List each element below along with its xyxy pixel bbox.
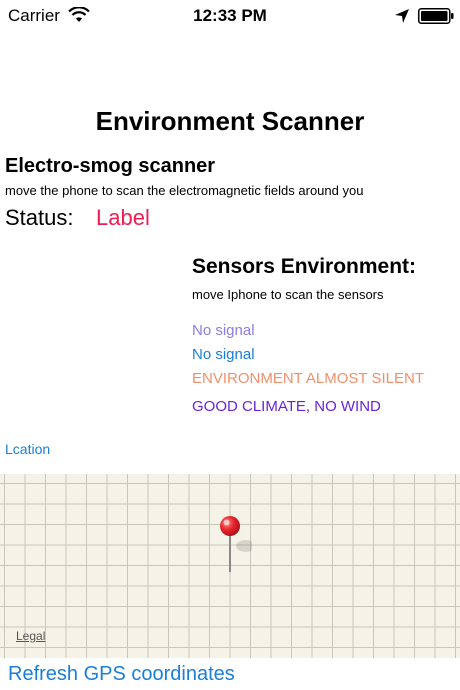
sensors-heading: Sensors Environment: [192,255,417,278]
status-value: Label [96,205,150,230]
location-label: Lcation [5,441,51,457]
map-view[interactable]: Legal [0,474,460,658]
page-title: Environment Scanner [95,106,365,136]
climate-status: GOOD CLIMATE, NO WIND [192,398,381,415]
smog-scanner-description: move the phone to scan the electromagnet… [5,183,364,198]
refresh-gps-button[interactable]: Refresh GPS coordinates [8,663,235,686]
smog-scanner-heading: Electro-smog scanner [5,155,216,177]
legal-link[interactable]: Legal [16,629,45,643]
signal-status-2: No signal [192,346,255,363]
status-label: Status: [5,205,74,230]
clock: 12:33 PM [193,6,267,25]
battery-icon [418,8,454,24]
status-bar: Carrier 12:33 PM [0,0,460,32]
noise-status: ENVIRONMENT ALMOST SILENT [192,370,424,387]
signal-status-1: No signal [192,322,255,339]
map-pin-icon[interactable] [212,514,252,574]
sensors-description: move Iphone to scan the sensors [192,287,384,302]
location-arrow-icon [395,9,409,23]
